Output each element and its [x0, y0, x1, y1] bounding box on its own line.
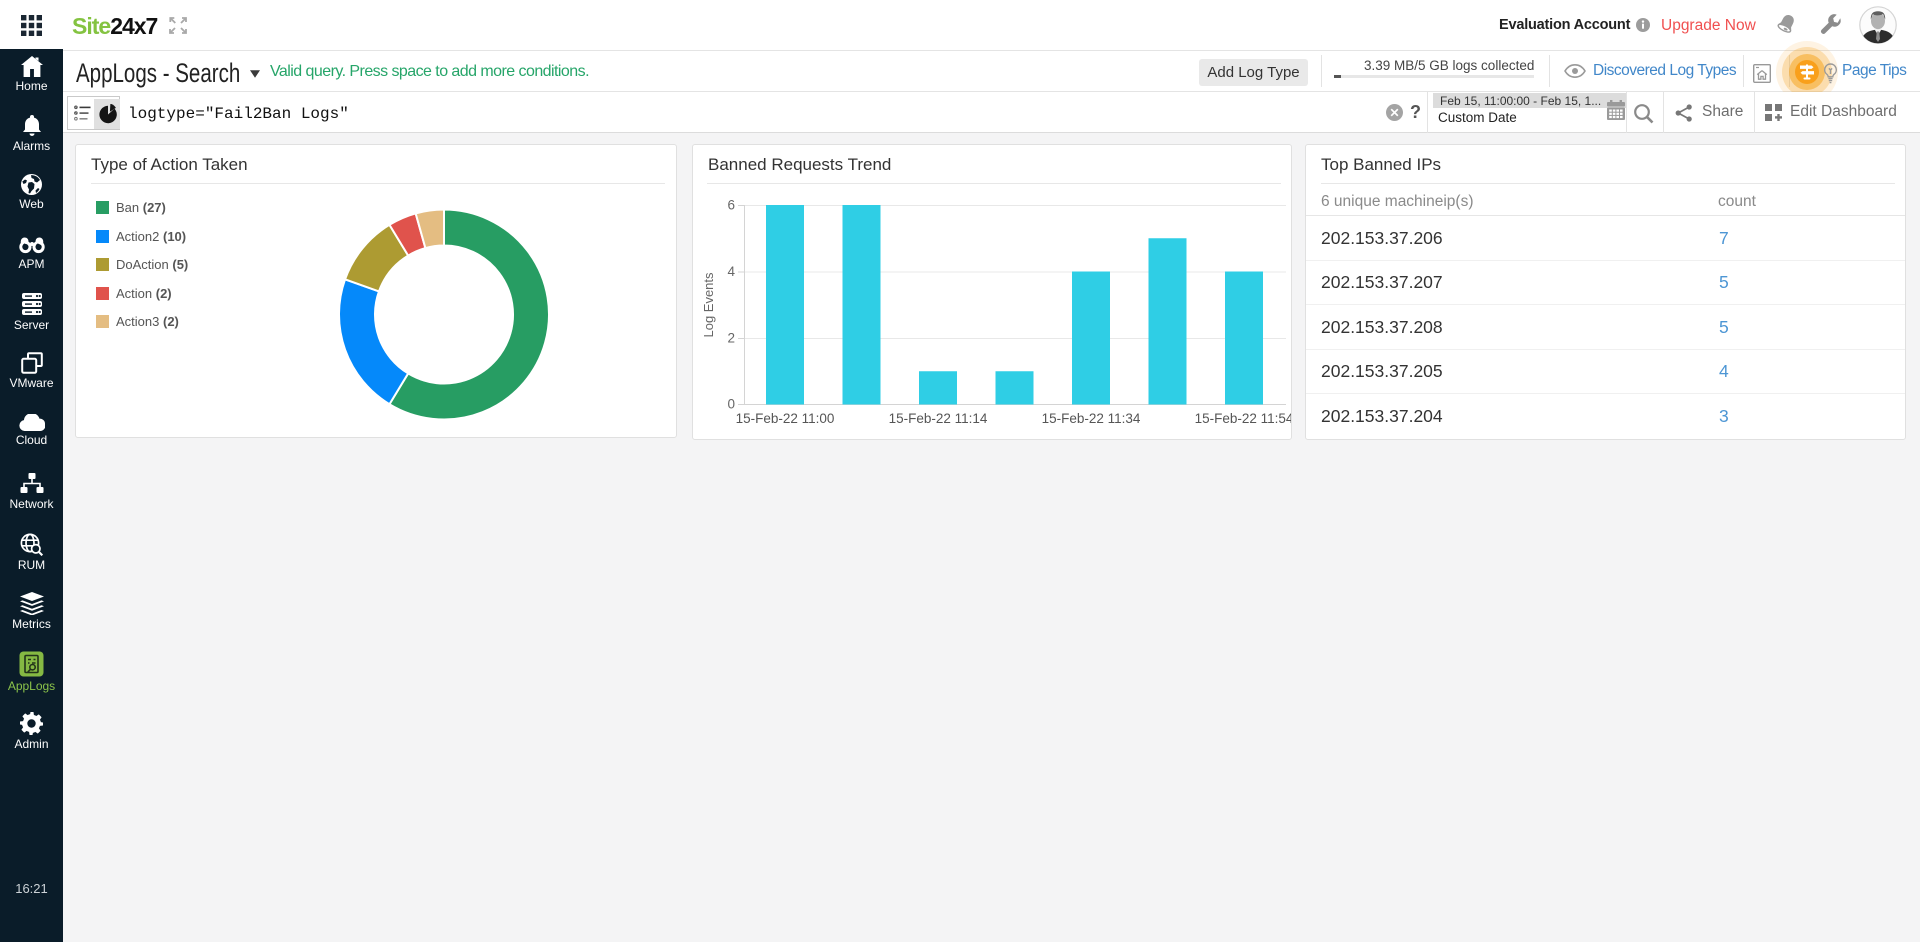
svg-text:6: 6 [727, 198, 735, 213]
svg-text:Log Events: Log Events [701, 272, 716, 338]
svg-text:15-Feb-22 11:34: 15-Feb-22 11:34 [1042, 411, 1141, 426]
svg-text:15-Feb-22 11:14: 15-Feb-22 11:14 [889, 411, 988, 426]
svg-text:15-Feb-22 11:00: 15-Feb-22 11:00 [736, 411, 835, 426]
svg-text:15-Feb-22 11:54: 15-Feb-22 11:54 [1195, 411, 1291, 426]
svg-text:2: 2 [727, 331, 735, 346]
svg-text:0: 0 [727, 397, 735, 412]
svg-text:4: 4 [727, 264, 735, 279]
